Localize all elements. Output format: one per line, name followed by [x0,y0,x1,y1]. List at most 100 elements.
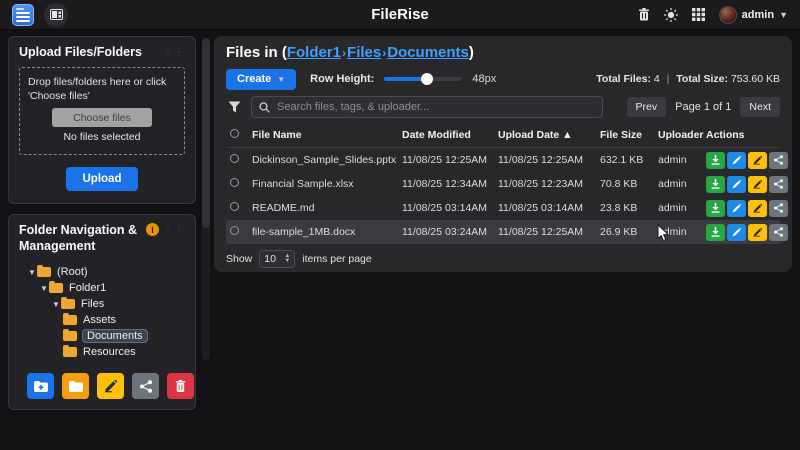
move-folder-button[interactable] [62,373,89,399]
row-checkbox[interactable] [230,226,239,235]
expander-icon[interactable]: ▼ [51,300,61,309]
dropzone-text-line1: Drop files/folders here or click [28,75,166,89]
file-name[interactable]: README.md [252,202,402,214]
select-arrows-icon: ▲▼ [284,254,290,264]
items-per-page-select[interactable]: 10 ▲▼ [259,250,295,268]
tree-item-resources[interactable]: Resources [19,344,185,360]
date-modified: 11/08/25 12:25AM [402,154,498,166]
edit-button[interactable] [727,176,746,193]
col-upload-date[interactable]: Upload Date ▲ [498,129,600,141]
share-button[interactable] [769,224,788,241]
tag-button[interactable] [748,224,767,241]
upload-date: 11/08/25 12:25AM [498,154,600,166]
info-icon[interactable]: i [146,223,159,236]
tag-button[interactable] [748,152,767,169]
date-modified: 11/08/25 03:14AM [402,202,498,214]
tree-item-assets[interactable]: Assets [19,312,185,328]
tree-item-folder1[interactable]: ▼ Folder1 [19,280,185,296]
search-input[interactable] [277,101,595,113]
filter-funnel-icon [228,101,241,113]
per-page-row: Show 10 ▲▼ items per page [226,250,780,268]
col-file-size[interactable]: File Size [600,129,658,141]
row-height-value: 48px [472,73,496,85]
download-button[interactable] [706,224,725,241]
filerise-logo-icon [12,4,34,26]
breadcrumb-files[interactable]: Files [347,44,381,61]
no-files-selected-text: No files selected [63,131,140,143]
tag-button[interactable] [748,176,767,193]
user-avatar [719,6,737,24]
prev-page-button[interactable]: Prev [627,97,667,117]
drag-handle-icon[interactable]: ⋮⋮ [163,47,185,58]
pencil-icon [104,380,117,393]
pencil-icon [732,228,741,237]
table-row[interactable]: README.md 11/08/25 03:14AM 11/08/25 03:1… [226,196,780,220]
theme-toggle-sun-icon[interactable] [664,8,678,22]
row-checkbox[interactable] [230,178,239,187]
pencil-sign-icon [753,156,762,165]
upload-date: 11/08/25 12:25AM [498,226,600,238]
panel-toggle-button[interactable] [44,3,68,27]
expander-icon[interactable]: ▼ [39,284,49,293]
share-button[interactable] [769,200,788,217]
edit-button[interactable] [727,152,746,169]
col-actions: Actions [706,129,780,141]
share-folder-button[interactable] [132,373,159,399]
user-name: admin [742,9,774,21]
filter-button[interactable] [226,101,243,113]
tree-item-files[interactable]: ▼ Files [19,296,185,312]
header-trash-icon[interactable] [638,8,650,21]
vertical-scrollbar[interactable] [202,38,210,360]
expander-icon[interactable]: ▼ [27,268,37,277]
rename-folder-button[interactable] [97,373,124,399]
create-button[interactable]: Create ▼ [226,69,296,90]
table-row-hovered[interactable]: file-sample_1MB.docx 11/08/25 03:24AM 11… [226,220,780,244]
scrollbar-thumb[interactable] [202,38,210,228]
row-checkbox[interactable] [230,202,239,211]
create-folder-button[interactable] [27,373,54,399]
table-row[interactable]: Financial Sample.xlsx 11/08/25 12:34AM 1… [226,172,780,196]
download-icon [711,155,720,165]
table-row[interactable]: Dickinson_Sample_Slides.pptx 11/08/25 12… [226,148,780,172]
file-size: 632.1 KB [600,154,658,166]
drag-handle-icon[interactable]: ⋮⋮ [163,224,185,235]
col-date-modified[interactable]: Date Modified [402,129,498,141]
download-button[interactable] [706,152,725,169]
tag-button[interactable] [748,200,767,217]
folder-move-icon [69,381,83,392]
page-info: Page 1 of 1 [675,101,731,113]
file-name[interactable]: Dickinson_Sample_Slides.pptx [252,154,402,166]
breadcrumb-folder1[interactable]: Folder1 [287,44,341,61]
user-menu[interactable]: admin ▼ [719,6,788,24]
row-checkbox[interactable] [230,154,239,163]
file-list-panel: Files in (Folder1›Files›Documents) Creat… [214,36,792,272]
search-box [251,96,603,118]
download-button[interactable] [706,176,725,193]
edit-button[interactable] [727,224,746,241]
choose-files-button[interactable]: Choose files [52,108,152,127]
breadcrumb-documents[interactable]: Documents [387,44,469,61]
delete-folder-button[interactable] [167,373,194,399]
col-file-name[interactable]: File Name [252,129,402,141]
trash-icon [175,380,186,392]
file-name[interactable]: file-sample_1MB.docx [252,226,402,238]
share-button[interactable] [769,152,788,169]
tree-item-documents[interactable]: Documents [19,328,185,344]
slider-thumb[interactable] [421,73,433,85]
edit-button[interactable] [727,200,746,217]
upload-date: 11/08/25 03:14AM [498,202,600,214]
folder-icon [63,315,77,325]
upload-panel-title: Upload Files/Folders [19,45,142,59]
tree-item-root[interactable]: ▼ (Root) [19,264,185,280]
row-height-slider[interactable] [384,77,462,81]
col-uploader[interactable]: Uploader [658,129,706,141]
table-header-row: File Name Date Modified Upload Date ▲ Fi… [226,122,780,148]
share-button[interactable] [769,176,788,193]
next-page-button[interactable]: Next [740,97,780,117]
upload-button[interactable]: Upload [66,167,138,191]
apps-grid-icon[interactable] [692,8,705,21]
select-all-checkbox[interactable] [230,129,239,138]
download-button[interactable] [706,200,725,217]
file-name[interactable]: Financial Sample.xlsx [252,178,402,190]
file-dropzone[interactable]: Drop files/folders here or click 'Choose… [19,67,185,155]
